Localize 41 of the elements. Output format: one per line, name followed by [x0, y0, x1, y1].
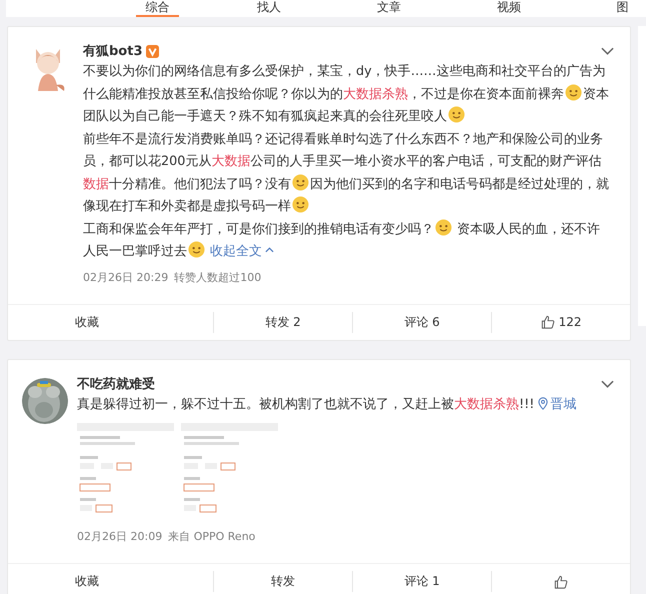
comment-button[interactable]: 评论 1: [404, 573, 440, 590]
post-text: 前些年不是流行发消费账单吗？还记得看账单时勾选了什么东西不？地产和保险公司的业务员，都可以花200元从大数据公司的人手里买一堆小资水平的客户电话，可支配的财产评估 数据十分精准。他们犯法了吗？没有 因为他们买到的名字和电话号码都是经过处理的，就像现在打车和外卖都是虚拟号码一样: [83, 130, 610, 216]
keyword-link[interactable]: 大数据: [211, 154, 250, 169]
post-text: 真是躲得过初一，躲不过十五。被机构割了也就不说了，又赶上被大数据杀熟!!! 晋城: [77, 396, 578, 414]
author-name[interactable]: 有狐bot3: [83, 42, 142, 60]
author-name[interactable]: 不吃药就难受: [77, 374, 155, 392]
smiley-icon: [292, 196, 309, 213]
smiley-icon: [565, 84, 582, 100]
caret-up-icon: [265, 247, 274, 253]
post-text: 工商和保监会年年严打，可是你们接到的推销电话有变少吗？ 资本吸人民的血，还不许人民一巴掌呼过去 收起全文: [83, 218, 612, 264]
location-pin-icon: [538, 396, 548, 410]
favorite-button[interactable]: 收藏: [75, 314, 99, 330]
comment-button[interactable]: 评论 6: [404, 314, 440, 330]
tab[interactable]: 图: [616, 0, 646, 17]
chevron-down-icon[interactable]: [601, 47, 614, 55]
repost-button[interactable]: 转发 2: [265, 314, 301, 330]
tab[interactable]: 文章: [376, 0, 497, 17]
smiley-icon: [292, 174, 309, 190]
keyword-link[interactable]: 数据: [83, 176, 109, 192]
smiley-icon: [188, 241, 205, 258]
collapse-link[interactable]: 收起全文: [210, 244, 274, 259]
thumbs-up-icon: [540, 315, 555, 329]
smiley-icon: [448, 106, 465, 123]
keyword-link[interactable]: 大数据杀熟: [454, 396, 519, 412]
post-time[interactable]: 02月26日 20:09: [77, 529, 162, 551]
location-link[interactable]: 晋城: [538, 396, 576, 412]
tab[interactable]: 找人: [257, 0, 377, 17]
post-text: 不要以为你们的网络信息有多么受保护，某宝，dy，快手……这些电商和社交平台的广告为什么能精准投放甚至私信投给你呢？你以为的大数据杀熟，不过是你在资本面前裸奔 资本团队以为自己能一手遮天？殊不知有狐疯起来真的会往死里咬人: [83, 63, 610, 126]
chevron-down-icon[interactable]: [601, 380, 614, 388]
tab[interactable]: 视频: [496, 0, 617, 17]
repost-button[interactable]: 转发: [271, 573, 296, 590]
favorite-button[interactable]: 收藏: [75, 573, 99, 590]
post-note: 转赞人数超过100: [174, 270, 262, 286]
post-source: 来自 OPPO Reno: [168, 529, 256, 545]
like-button[interactable]: [554, 574, 568, 588]
keyword-link[interactable]: 大数据杀熟: [343, 86, 408, 102]
like-button[interactable]: 122: [540, 315, 582, 329]
post-time[interactable]: 02月26日 20:29: [83, 270, 168, 292]
smiley-icon: [435, 218, 452, 236]
tab[interactable]: 综合: [136, 0, 180, 17]
thumbs-up-icon: [554, 574, 568, 588]
